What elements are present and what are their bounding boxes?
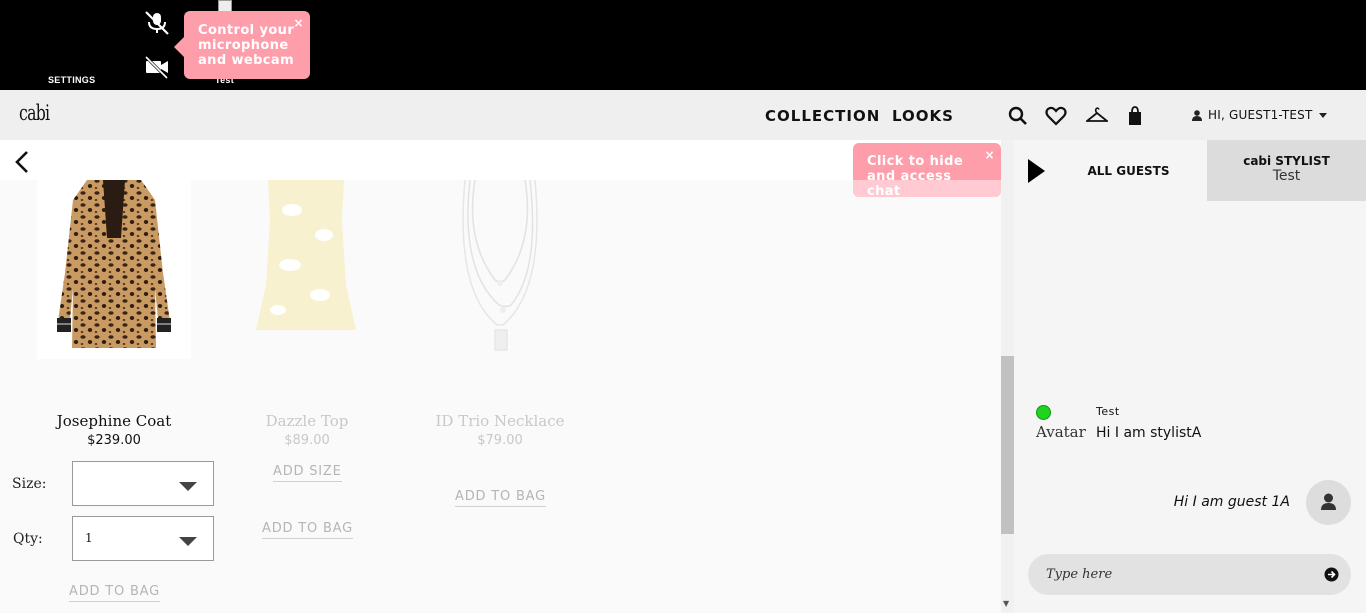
chevron-down-icon xyxy=(1318,112,1327,118)
user-icon xyxy=(1192,109,1202,121)
back-arrow-icon[interactable] xyxy=(12,150,32,174)
search-icon[interactable] xyxy=(1008,106,1030,126)
guest-message-text: Hi I am guest 1A xyxy=(1173,494,1290,510)
scroll-down-arrow-icon[interactable]: ▼ xyxy=(1003,599,1009,608)
guest-avatar xyxy=(1306,480,1351,525)
qty-select-value: 1 xyxy=(85,531,93,545)
product-name[interactable]: ID Trio Necklace xyxy=(400,412,600,430)
add-size-button[interactable]: ADD SIZE xyxy=(273,464,342,482)
product-image-id-trio-necklace[interactable] xyxy=(455,180,545,355)
shopping-bag-icon[interactable] xyxy=(1124,106,1146,126)
tab-all-guests[interactable]: ALL GUESTS xyxy=(1050,140,1207,201)
size-label: Size: xyxy=(12,476,47,492)
tab-stylist-name: Test xyxy=(1272,168,1301,184)
online-status-indicator xyxy=(1036,405,1051,420)
heart-icon[interactable] xyxy=(1045,106,1067,126)
tooltip-fade xyxy=(853,180,1001,197)
tooltip-text: Control your microphone and webcam xyxy=(198,23,295,68)
send-arrow-icon[interactable] xyxy=(1324,567,1339,582)
chat-message-input[interactable] xyxy=(1028,554,1351,595)
tab-stylist-title: cabi STYLIST xyxy=(1243,154,1330,168)
chevron-down-icon xyxy=(179,537,197,546)
message-sender: Test xyxy=(1096,405,1120,418)
qty-label: Qty: xyxy=(13,531,43,547)
hanger-icon[interactable] xyxy=(1086,106,1108,126)
product-image-dazzle-top[interactable] xyxy=(250,180,362,340)
product-image-josephine-coat[interactable] xyxy=(37,178,191,359)
media-control-tooltip: Control your microphone and webcam × xyxy=(174,11,310,79)
message-text: Hi I am stylistA xyxy=(1096,425,1202,441)
user-account-menu[interactable]: HI, GUEST1-TEST xyxy=(1192,108,1327,122)
product-price: $79.00 xyxy=(477,433,523,448)
add-to-bag-button[interactable]: ADD TO BAG xyxy=(455,489,547,507)
microphone-muted-icon[interactable] xyxy=(143,11,171,35)
avatar: Avatar xyxy=(1036,423,1086,441)
add-to-bag-button[interactable]: ADD TO BAG xyxy=(262,521,354,539)
user-greeting: HI, GUEST1-TEST xyxy=(1208,108,1313,122)
nav-collection[interactable]: COLLECTION xyxy=(765,107,880,125)
scrollbar-thumb[interactable] xyxy=(1001,356,1014,534)
webcam-off-icon[interactable] xyxy=(143,55,171,79)
add-to-bag-button[interactable]: ADD TO BAG xyxy=(69,584,161,602)
chat-toggle-play-icon[interactable] xyxy=(1026,158,1046,184)
nav-looks[interactable]: LOOKS xyxy=(892,107,954,125)
tab-cabi-stylist[interactable]: cabi STYLIST Test xyxy=(1207,140,1366,201)
size-select[interactable] xyxy=(72,461,214,506)
chevron-down-icon xyxy=(179,482,197,491)
user-icon xyxy=(1321,493,1336,510)
cabi-logo[interactable]: cabi xyxy=(19,101,50,125)
product-price: $239.00 xyxy=(87,433,141,448)
settings-label[interactable]: SETTINGS xyxy=(48,75,95,85)
site-header xyxy=(0,90,1366,140)
tooltip-close-icon[interactable]: × xyxy=(985,149,995,161)
product-price: $89.00 xyxy=(284,433,330,448)
product-name[interactable]: Dazzle Top xyxy=(207,412,407,430)
tooltip-close-icon[interactable]: × xyxy=(294,17,304,29)
product-name[interactable]: Josephine Coat xyxy=(14,412,214,430)
tab-all-guests-label: ALL GUESTS xyxy=(1087,163,1170,178)
chat-panel xyxy=(1014,140,1366,613)
qty-select[interactable]: 1 xyxy=(72,516,214,561)
